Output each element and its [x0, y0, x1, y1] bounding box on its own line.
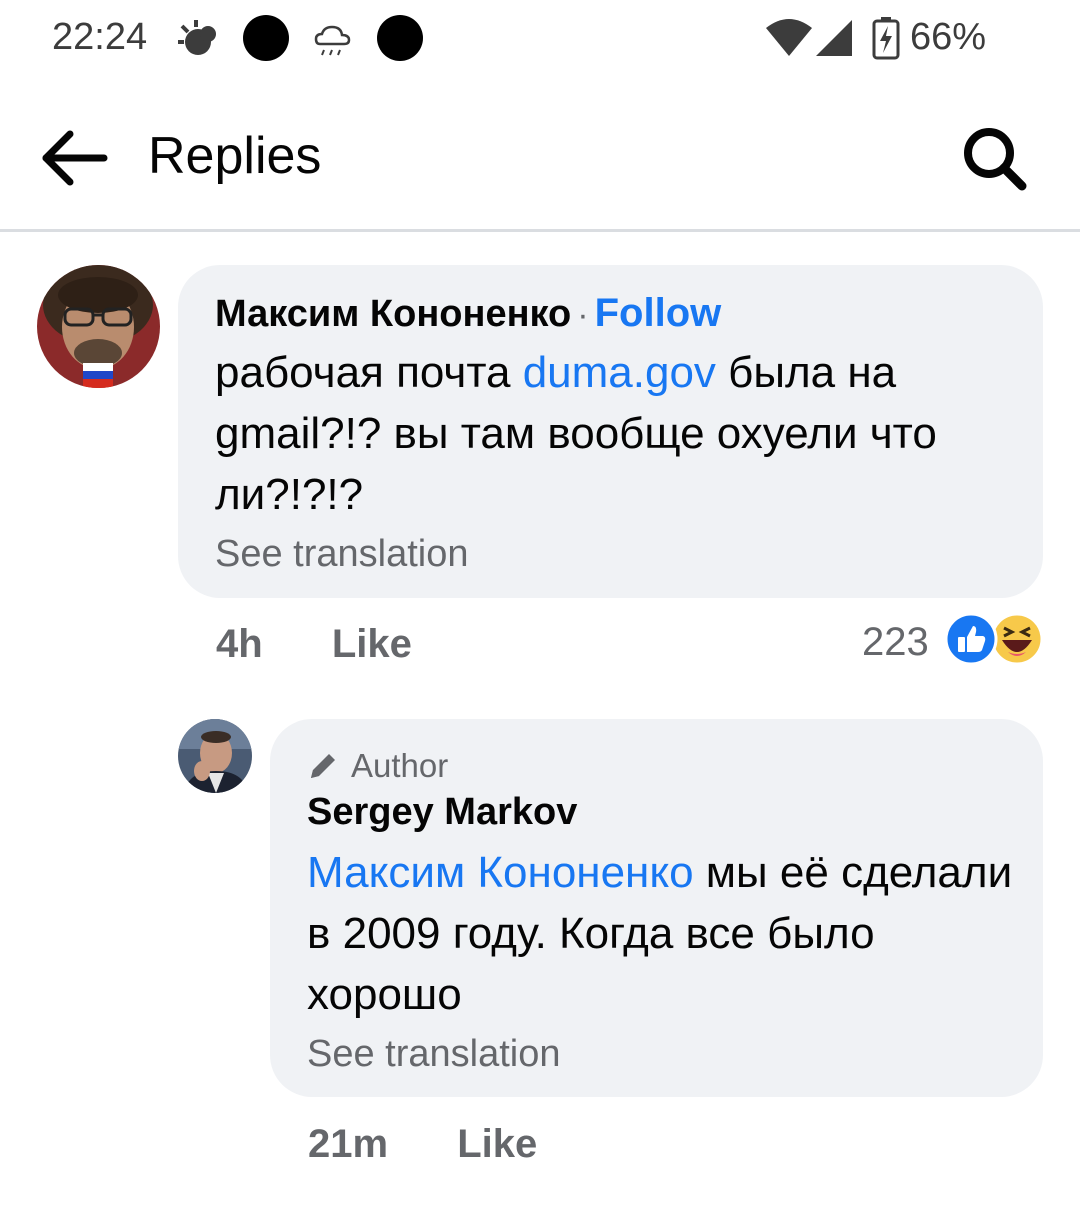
avatar[interactable] [37, 265, 160, 388]
comment-text: рабочая почта duma.gov была на gmail?!? … [215, 342, 1015, 525]
author-badge-label: Author [351, 747, 449, 784]
comment-text-part: рабочая почта [215, 348, 523, 397]
like-reaction-icon [944, 612, 998, 666]
haha-reaction-icon [990, 612, 1044, 666]
comment-bubble[interactable]: Максим Кононенко · Follow рабочая почта … [178, 265, 1043, 598]
comment-text: Максим Кононенко мы её сделали в 2009 го… [307, 842, 1017, 1025]
signal-icon [814, 18, 854, 68]
comment-time: 4h [216, 622, 263, 666]
wifi-icon [764, 18, 814, 68]
reply-bubble[interactable]: Author Sergey Markov Максим Кононенко мы… [270, 719, 1043, 1097]
author-name[interactable]: Sergey Markov [307, 791, 577, 834]
cloud-rain-icon [312, 22, 352, 72]
battery-charging-icon [872, 16, 900, 70]
comment-time: 21m [308, 1122, 389, 1166]
weather-icon [176, 18, 224, 72]
see-translation-link[interactable]: See translation [307, 1033, 561, 1076]
reply-actions: 21m Like [308, 1122, 537, 1167]
reaction-count[interactable]: 223 [862, 620, 929, 665]
search-icon [964, 128, 1027, 191]
link-duma-gov[interactable]: duma.gov [523, 348, 716, 397]
battery-percentage: 66% [910, 16, 987, 58]
author-name[interactable]: Максим Кононенко [215, 293, 571, 336]
search-button[interactable] [958, 122, 1030, 194]
pencil-icon [311, 754, 335, 778]
separator-dot: · [577, 296, 589, 334]
arrow-left-icon [42, 130, 108, 186]
avatar[interactable] [178, 719, 252, 793]
mention-link[interactable]: Максим Кононенко [307, 848, 694, 897]
notification-dot-icon [242, 14, 290, 72]
page-title: Replies [148, 127, 322, 185]
author-badge: Author [307, 747, 448, 785]
see-translation-link[interactable]: See translation [215, 533, 469, 576]
status-time: 22:24 [52, 16, 148, 58]
back-button[interactable] [38, 122, 110, 194]
app-header: Replies [0, 92, 1080, 232]
comment-header: Максим Кононенко · Follow [215, 291, 721, 336]
like-button[interactable]: Like [332, 622, 412, 666]
notification-dot-icon [376, 14, 424, 72]
status-bar: 22:24 66% [0, 0, 1080, 80]
like-button[interactable]: Like [457, 1122, 537, 1166]
reactions-summary[interactable] [944, 612, 1046, 666]
comment-actions: 4h Like [216, 622, 412, 667]
follow-button[interactable]: Follow [595, 291, 722, 336]
